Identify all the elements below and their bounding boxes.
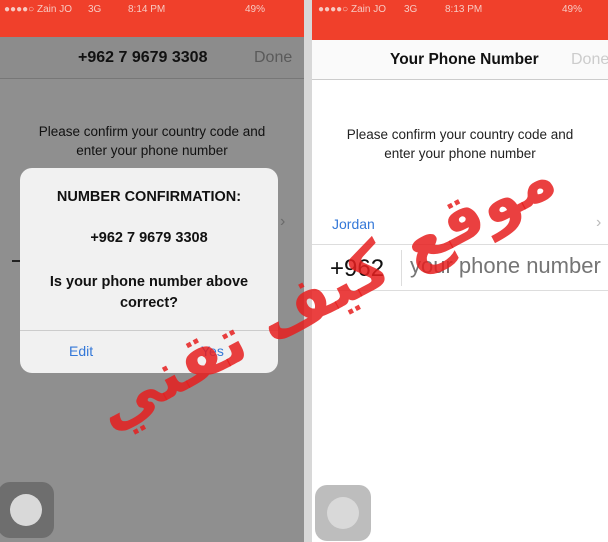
carrier: ●●●●○ Zain JO: [4, 4, 72, 15]
alert-question: Is your phone number above correct?: [49, 274, 249, 311]
time: 8:13 PM: [445, 4, 483, 15]
nav-title: Your Phone Number: [390, 51, 539, 68]
prompt-line: enter your phone number: [76, 143, 228, 158]
nav-title: +962 7 9679 3308: [78, 49, 208, 66]
divider: [20, 330, 278, 331]
status-bar: ●●●●○ Zain JO 3G 8:13 PM 49%: [312, 0, 608, 40]
edit-button[interactable]: Edit: [69, 343, 93, 359]
prompt-text: Please confirm your country code and ent…: [312, 125, 608, 163]
left-screen: ●●●●○ Zain JO 3G 8:14 PM 49% +962 7 9679…: [0, 0, 304, 542]
phone-input[interactable]: [410, 253, 608, 279]
carrier: ●●●●○ Zain JO: [318, 4, 386, 15]
divider: [401, 250, 402, 286]
alert-number: +962 7 9679 3308: [90, 230, 208, 246]
prompt-line: Please confirm your country code and: [38, 124, 266, 139]
network: 3G: [88, 4, 102, 15]
prompt-text: Please confirm your country code and ent…: [0, 122, 304, 160]
assistive-touch-button[interactable]: [315, 485, 371, 541]
status-bar: ●●●●○ Zain JO 3G 8:14 PM 49%: [0, 0, 304, 37]
phone-row: +962: [312, 246, 608, 291]
chevron-right-icon: ›: [596, 214, 602, 231]
prompt-line: Please confirm your country code and: [346, 127, 574, 142]
nav-bar: Your Phone Number Done: [312, 40, 608, 80]
battery: 49%: [562, 4, 583, 15]
network: 3G: [404, 4, 418, 15]
done-button[interactable]: Done: [571, 51, 608, 69]
right-screen: ●●●●○ Zain JO 3G 8:13 PM 49% Your Phone …: [312, 0, 608, 542]
prompt-line: enter your phone number: [384, 146, 536, 161]
country-name: Jordan: [332, 216, 375, 232]
confirmation-alert: NUMBER CONFIRMATION: +962 7 9679 3308 Is…: [20, 168, 278, 373]
alert-title: NUMBER CONFIRMATION:: [56, 189, 242, 205]
chevron-right-icon: ›: [280, 213, 286, 230]
done-button[interactable]: Done: [254, 49, 292, 67]
time: 8:14 PM: [128, 4, 166, 15]
country-code: +962: [330, 255, 385, 282]
battery: 49%: [245, 4, 266, 15]
nav-bar: +962 7 9679 3308 Done: [0, 37, 304, 79]
assistive-touch-button[interactable]: [0, 482, 54, 538]
yes-button[interactable]: Yes: [201, 343, 224, 359]
country-selector[interactable]: Jordan ›: [312, 205, 608, 245]
